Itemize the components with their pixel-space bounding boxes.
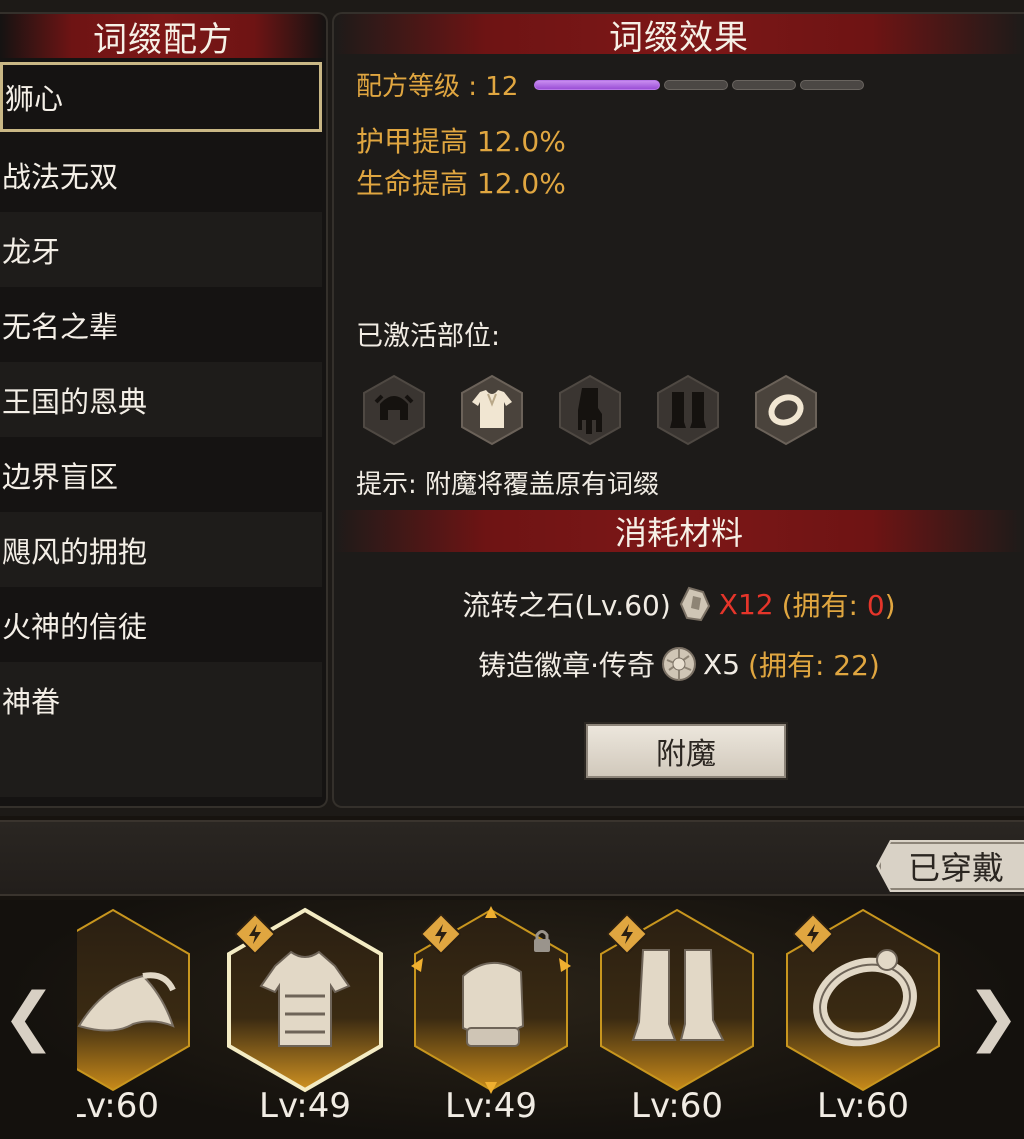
recipe-panel-title: 词缀配方	[0, 14, 326, 60]
slot-ring[interactable]	[754, 374, 818, 446]
material-name: 铸造徽章·传奇	[478, 649, 656, 682]
equipment-level: Lv:60	[817, 1086, 909, 1126]
affix-effect-panel: 词缀效果 配方等级 : 12 护甲提高 12.0% 生命提高 12.0% 已激活…	[332, 12, 1024, 808]
materials-title: 消耗材料	[334, 510, 1024, 552]
enchant-hint: 提示: 附魔将覆盖原有词缀	[356, 470, 660, 500]
equipment-level: Lv:60	[631, 1086, 723, 1126]
hex-frame	[77, 908, 190, 1092]
recipe-level-row: 配方等级 : 12	[356, 66, 865, 103]
material-quantity: X12	[718, 587, 774, 621]
recipe-item-label: 边界盲区	[2, 459, 119, 494]
material-row-stone: 流转之石(Lv.60) X12 (拥有: 0)	[334, 584, 1024, 624]
recipe-item[interactable]: 火神的信徒	[0, 587, 322, 662]
carousel-prev-arrow[interactable]: ❮	[2, 980, 56, 1054]
progress-segment	[800, 79, 865, 90]
equipped-tab[interactable]: 已穿戴	[876, 840, 1024, 892]
affix-effect-title: 词缀效果	[334, 14, 1024, 58]
recipe-item-label: 飓风的拥抱	[2, 534, 148, 569]
recipe-panel: 词缀配方 狮心 战法无双 龙牙 无名之辈 王国的恩典 边界盲区 飓风的拥抱 火神…	[0, 12, 328, 808]
material-quantity: X5	[703, 647, 741, 681]
recipe-item-label: 王国的恩典	[2, 384, 148, 419]
recipe-item[interactable]: 边界盲区	[0, 437, 322, 512]
progress-segment	[664, 79, 729, 90]
slot-gloves[interactable]	[558, 374, 622, 446]
progress-segment-filled	[534, 79, 661, 90]
lock-icon	[534, 930, 550, 952]
bolt-badge-icon	[235, 914, 275, 954]
recipe-item-label: 无名之辈	[2, 309, 119, 344]
stone-icon	[679, 586, 710, 622]
progress-segment	[732, 79, 797, 90]
material-owned-count: (拥有: 0)	[781, 589, 896, 622]
badge-icon	[662, 647, 697, 681]
bolt-badge-icon	[793, 914, 833, 954]
ring-icon	[755, 374, 817, 446]
recipe-item-label: 龙牙	[2, 234, 61, 269]
equipped-tab-label: 已穿戴	[907, 849, 1004, 887]
material-owned: (拥有: 22)	[748, 649, 880, 682]
slot-helmet[interactable]	[362, 374, 426, 446]
recipe-item[interactable]: 战法无双	[0, 137, 322, 212]
material-name: 流转之石(Lv.60)	[462, 589, 671, 622]
recipe-level-label: 配方等级 : 12	[356, 72, 519, 102]
chest-armor-icon	[461, 374, 523, 446]
equipment-level: Lv:49	[259, 1086, 351, 1126]
recipe-item-label: 战法无双	[2, 159, 119, 194]
activated-slots	[362, 374, 818, 446]
material-row-badge: 铸造徽章·传奇 X5 (拥有: 22)	[334, 644, 1024, 684]
recipe-item-label: 火神的信徒	[2, 609, 148, 644]
recipe-list-empty-row	[0, 737, 322, 797]
equipment-item-boots[interactable]: Lv:60	[597, 906, 757, 1126]
equipment-item-chest-selected[interactable]: Lv:49	[225, 906, 385, 1126]
equipment-bar: 已穿戴 ❮ ❯ Lv:60	[0, 816, 1024, 1139]
boots-icon	[657, 374, 719, 446]
equipment-item-hat[interactable]: Lv:60	[77, 906, 193, 1126]
bolt-badge-icon	[607, 914, 647, 954]
enchant-button[interactable]: 附魔	[584, 722, 788, 780]
effect-health: 生命提高 12.0%	[356, 167, 566, 200]
recipe-item-lionheart[interactable]: 狮心	[0, 62, 322, 132]
equipment-item-gauntlet[interactable]: Lv:49	[411, 906, 571, 1126]
carousel-next-arrow[interactable]: ❯	[966, 980, 1020, 1054]
recipe-list: 狮心 战法无双 龙牙 无名之辈 王国的恩典 边界盲区 飓风的拥抱 火神的信徒 神…	[0, 62, 322, 797]
recipe-item[interactable]: 神眷	[0, 662, 322, 737]
recipe-level-progress	[534, 79, 865, 90]
equipment-bar-header: 已穿戴	[0, 820, 1024, 896]
recipe-item[interactable]: 龙牙	[0, 212, 322, 287]
equipment-item-ring[interactable]: Lv:60	[783, 906, 943, 1126]
slot-boots[interactable]	[656, 374, 720, 446]
equipment-level: Lv:49	[445, 1086, 537, 1126]
slot-chest[interactable]	[460, 374, 524, 446]
recipe-item[interactable]: 无名之辈	[0, 287, 322, 362]
recipe-item[interactable]: 王国的恩典	[0, 362, 322, 437]
equipment-level: Lv:60	[77, 1086, 159, 1126]
equipment-carousel: ❮ ❯ Lv:60	[0, 900, 1024, 1139]
equipment-items: Lv:60 Lv:49	[77, 900, 947, 1139]
effect-armor: 护甲提高 12.0%	[356, 125, 566, 158]
recipe-item[interactable]: 飓风的拥抱	[0, 512, 322, 587]
helmet-icon	[363, 374, 425, 446]
material-owned: (拥有: 0)	[782, 584, 896, 624]
activated-slots-label: 已激活部位:	[356, 321, 501, 352]
bolt-badge-icon	[421, 914, 461, 954]
gloves-icon	[559, 374, 621, 446]
recipe-item-label: 狮心	[5, 82, 64, 116]
recipe-item-label: 神眷	[2, 684, 61, 719]
